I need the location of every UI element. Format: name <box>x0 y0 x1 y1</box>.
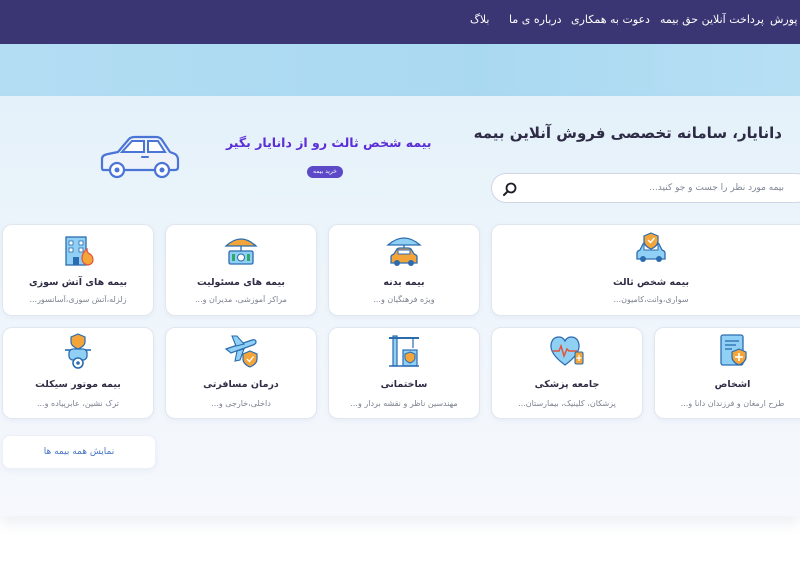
money-umbrella-icon <box>224 238 258 265</box>
category-title: بیمه های آتش سوزی <box>28 277 128 288</box>
heart-monitor-icon <box>550 336 584 366</box>
nav-item-porsh[interactable]: پورش <box>770 13 797 26</box>
nav-item-about-us[interactable]: درباره ی ما <box>509 13 562 26</box>
category-card-motorcycle[interactable]: بیمه موتور سیکلت ترک نشین، عابرپیاده و..… <box>2 327 154 419</box>
category-card-liability[interactable]: بیمه های مسئولیت مراکز آموزشی، مدیران و.… <box>165 224 317 316</box>
category-subtitle: داخلی،خارجی و... <box>211 399 271 408</box>
category-title: بیمه بدنه <box>383 277 425 288</box>
category-card-fire[interactable]: بیمه های آتش سوزی زلزله،آتش سوزی،آسانسور… <box>2 224 154 316</box>
category-card-construction[interactable]: ساختمانی مهندسین ناظر و نقشه بردار و... <box>328 327 480 419</box>
category-subtitle: ویژه فرهنگیان و... <box>373 295 435 304</box>
search-bar[interactable] <box>491 173 800 203</box>
show-all-insurances-button[interactable]: نمایش همه بیمه ها <box>2 435 156 469</box>
category-card-individuals[interactable]: اشخاص طرح ارمغان و فرزندان دانا و... <box>654 327 800 419</box>
search-input[interactable] <box>534 180 784 196</box>
buy-insurance-button[interactable]: خرید بیمه <box>307 166 343 178</box>
scooter-icon <box>65 333 91 369</box>
category-title: جامعه پزشکی <box>534 379 600 390</box>
top-navbar: پورش پرداخت آنلاین حق بیمه دعوت به همکار… <box>0 0 800 44</box>
category-subtitle: ترک نشین، عابرپیاده و... <box>36 399 120 408</box>
category-card-travel[interactable]: درمان مسافرتی داخلی،خارجی و... <box>165 327 317 419</box>
car-shield-icon <box>636 232 666 262</box>
category-title: بیمه موتور سیکلت <box>35 379 121 390</box>
search-icon[interactable] <box>502 181 518 197</box>
car-outline-icon <box>100 135 180 179</box>
category-subtitle: پزشکان، کلینیک، بیمارستان... <box>518 399 616 408</box>
category-subtitle: سواری،وانت،کامیون... <box>613 295 689 304</box>
building-fire-icon <box>65 236 94 266</box>
category-title: درمان مسافرتی <box>203 379 279 390</box>
page-title: دانایار، سامانه تخصصی فروش آنلاین بیمه <box>473 124 782 142</box>
category-card-third-party[interactable]: بیمه شخص ثالث سواری،وانت،کامیون... <box>491 224 800 316</box>
category-title: بیمه های مسئولیت <box>197 277 285 288</box>
nav-item-careers[interactable]: دعوت به همکاری <box>571 13 650 26</box>
category-card-medical[interactable]: جامعه پزشکی پزشکان، کلینیک، بیمارستان... <box>491 327 643 419</box>
category-subtitle: مهندسین ناظر و نقشه بردار و... <box>350 399 458 408</box>
category-subtitle: مراکز آموزشی، مدیران و... <box>195 295 287 304</box>
crane-icon <box>389 335 419 367</box>
promo-title: بیمه شخص ثالث رو از دانایار بگیر <box>226 135 432 150</box>
nav-item-online-payment[interactable]: پرداخت آنلاین حق بیمه <box>660 13 764 26</box>
plane-shield-icon <box>224 335 258 368</box>
category-card-car-body[interactable]: بیمه بدنه ویژه فرهنگیان و... <box>328 224 480 316</box>
hero-banner-strip <box>0 44 800 96</box>
document-shield-icon <box>719 334 747 366</box>
nav-item-blog[interactable]: بلاگ <box>470 13 489 26</box>
category-subtitle: زلزله،آتش سوزی،آسانسور... <box>29 295 127 304</box>
category-title: بیمه شخص ثالث <box>612 277 690 288</box>
category-subtitle: طرح ارمغان و فرزندان دانا و... <box>680 399 785 408</box>
category-title: اشخاص <box>714 379 751 390</box>
car-umbrella-icon <box>386 237 422 266</box>
category-title: ساختمانی <box>380 379 428 390</box>
show-all-label: نمایش همه بیمه ها <box>43 447 115 457</box>
